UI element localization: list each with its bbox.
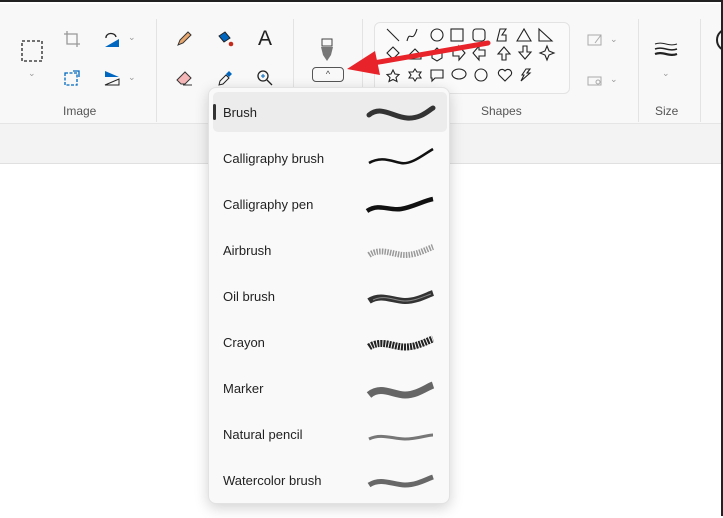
chevron-down-icon[interactable]: ⌄ — [128, 32, 136, 43]
group-label-size: Size — [655, 104, 679, 118]
brush-option-crayon[interactable]: Crayon — [213, 322, 447, 362]
brush-expand-button[interactable]: ^ — [312, 67, 344, 82]
brush-stroke-preview-icon — [366, 105, 436, 121]
brush-stroke-preview-icon — [366, 381, 435, 399]
divider — [700, 19, 701, 122]
brush-option-solid[interactable]: Brush — [213, 92, 447, 132]
brush-option-label: Calligraphy brush — [223, 150, 325, 166]
outline-icon[interactable] — [586, 32, 604, 46]
brush-option-label: Crayon — [223, 334, 265, 350]
color-picker-icon[interactable] — [215, 68, 235, 88]
brush-stroke-preview-icon — [367, 244, 435, 259]
chevron-down-icon[interactable]: ⌄ — [128, 72, 136, 83]
text-icon[interactable]: A — [255, 27, 275, 50]
brush-option-label: Brush — [223, 104, 257, 120]
brush-option-label: Calligraphy pen — [223, 196, 314, 212]
brush-stroke-preview-icon — [367, 290, 435, 305]
brush-option-oil[interactable]: Oil brush — [213, 276, 447, 316]
brush-option-pen[interactable]: Calligraphy pen — [213, 184, 447, 224]
fill-bucket-icon[interactable] — [215, 29, 235, 49]
chevron-down-icon[interactable]: ⌄ — [662, 68, 670, 79]
brush-dropdown-menu: Brush Calligraphy brush Calligraphy pen Air… — [208, 87, 450, 504]
divider — [638, 19, 639, 122]
brush-option-label: Watercolor brush — [223, 472, 322, 488]
eraser-icon[interactable] — [174, 68, 194, 88]
brush-option-watercolor[interactable]: Watercolor brush — [213, 460, 447, 500]
divider — [156, 19, 157, 122]
group-label-shapes: Shapes — [481, 104, 522, 118]
brush-option-marker[interactable]: Marker — [213, 368, 447, 408]
group-label-image: Image — [63, 104, 97, 118]
brush-option-pencil[interactable]: Natural pencil — [213, 414, 447, 454]
brush-option-label: Oil brush — [223, 288, 276, 304]
brush-option-label: Natural pencil — [223, 426, 303, 442]
selected-indicator — [213, 104, 216, 120]
brush-option-label: Marker — [223, 380, 264, 396]
pencil-icon[interactable] — [174, 29, 194, 49]
brush-option-airbrush[interactable]: Airbrush — [213, 230, 447, 270]
resize-icon[interactable] — [62, 68, 82, 88]
shape-icons[interactable] — [375, 23, 571, 95]
brush-stroke-preview-icon — [368, 147, 434, 165]
rotate-icon[interactable] — [102, 29, 122, 49]
shape-fill-icon[interactable] — [586, 72, 604, 86]
brush-icon[interactable] — [316, 37, 338, 63]
size-icon[interactable] — [653, 40, 679, 60]
chevron-down-icon[interactable]: ⌄ — [28, 68, 36, 79]
brush-stroke-preview-icon — [367, 474, 434, 488]
brush-stroke-preview-icon — [367, 335, 435, 351]
brush-option-calligraphy[interactable]: Calligraphy brush — [213, 138, 447, 178]
brush-stroke-preview-icon — [365, 196, 434, 213]
brush-stroke-preview-icon — [368, 433, 434, 441]
color-swatch-icon[interactable] — [714, 26, 723, 54]
magnifier-icon[interactable] — [255, 68, 275, 88]
chevron-down-icon[interactable]: ⌄ — [610, 74, 618, 85]
crop-icon[interactable] — [62, 29, 82, 49]
chevron-down-icon[interactable]: ⌄ — [610, 34, 618, 45]
select-tool-button[interactable] — [18, 37, 46, 65]
brush-option-label: Airbrush — [223, 242, 272, 258]
shapes-gallery[interactable] — [374, 22, 570, 94]
flip-icon[interactable] — [102, 68, 122, 88]
